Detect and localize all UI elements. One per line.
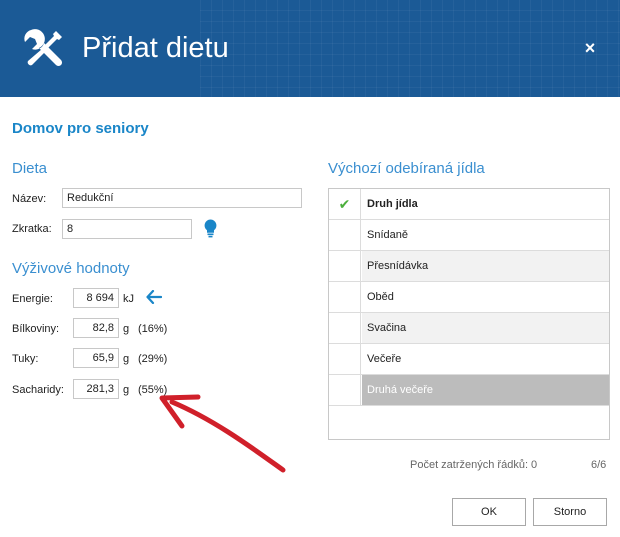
meal-cell[interactable]: Snídaně	[362, 220, 609, 250]
section-dieta-heading: Dieta	[12, 160, 48, 177]
arrow-left-icon[interactable]	[146, 290, 162, 304]
row-checkbox[interactable]	[329, 344, 361, 374]
abbr-input[interactable]	[62, 219, 192, 239]
close-icon[interactable]: ×	[580, 38, 600, 58]
energy-label: Energie:	[12, 293, 53, 305]
titlebar-pattern	[200, 0, 620, 97]
name-input[interactable]	[62, 188, 302, 208]
carbs-unit: g	[123, 384, 130, 396]
energy-input[interactable]	[73, 288, 119, 308]
tools-icon	[24, 29, 63, 67]
cancel-button[interactable]: Storno	[533, 498, 607, 526]
protein-label: Bílkoviny:	[12, 323, 60, 335]
section-meals-heading: Výchozí odebíraná jídla	[328, 160, 485, 177]
dialog-title: Přidat dietu	[82, 32, 229, 64]
grid-header-row: ✔ Druh jídla	[329, 189, 609, 220]
table-row[interactable]: Svačina	[329, 313, 609, 344]
meals-grid: ✔ Druh jídla Snídaně Přesnídávka Oběd Sv…	[328, 188, 610, 440]
fat-input[interactable]	[73, 348, 119, 368]
checked-rows-status: Počet zatržených řádků: 0	[410, 459, 538, 471]
lightbulb-icon[interactable]	[204, 219, 217, 238]
table-row[interactable]: Přesnídávka	[329, 251, 609, 282]
fat-percent: (29%)	[138, 353, 168, 365]
protein-unit: g	[123, 323, 130, 335]
meal-cell[interactable]: Večeře	[362, 344, 609, 374]
meal-cell[interactable]: Druhá večeře	[362, 375, 609, 405]
carbs-input[interactable]	[73, 379, 119, 399]
dialog-titlebar: Přidat dietu ×	[0, 0, 620, 97]
organization-name: Domov pro seniory	[12, 120, 149, 137]
row-count: 6/6	[591, 459, 607, 471]
checkmark-icon[interactable]: ✔	[329, 189, 361, 219]
table-row[interactable]: Večeře	[329, 344, 609, 375]
row-checkbox[interactable]	[329, 375, 361, 405]
grid-column-header[interactable]: Druh jídla	[362, 189, 609, 219]
row-checkbox[interactable]	[329, 282, 361, 312]
row-checkbox[interactable]	[329, 220, 361, 250]
protein-input[interactable]	[73, 318, 119, 338]
protein-percent: (16%)	[138, 323, 168, 335]
table-row-selected[interactable]: Druhá večeře	[329, 375, 609, 406]
energy-unit: kJ	[123, 293, 134, 305]
table-row[interactable]: Oběd	[329, 282, 609, 313]
carbs-label: Sacharidy:	[12, 384, 64, 396]
row-checkbox[interactable]	[329, 251, 361, 281]
ok-button[interactable]: OK	[452, 498, 526, 526]
row-checkbox[interactable]	[329, 313, 361, 343]
fat-label: Tuky:	[12, 353, 39, 365]
meal-cell[interactable]: Přesnídávka	[362, 251, 609, 281]
table-row[interactable]: Snídaně	[329, 220, 609, 251]
meal-cell[interactable]: Svačina	[362, 313, 609, 343]
section-nutrition-heading: Výživové hodnoty	[12, 260, 130, 277]
name-label: Název:	[12, 193, 47, 205]
abbr-label: Zkratka:	[12, 223, 52, 235]
fat-unit: g	[123, 353, 130, 365]
meal-cell[interactable]: Oběd	[362, 282, 609, 312]
carbs-percent: (55%)	[138, 384, 168, 396]
